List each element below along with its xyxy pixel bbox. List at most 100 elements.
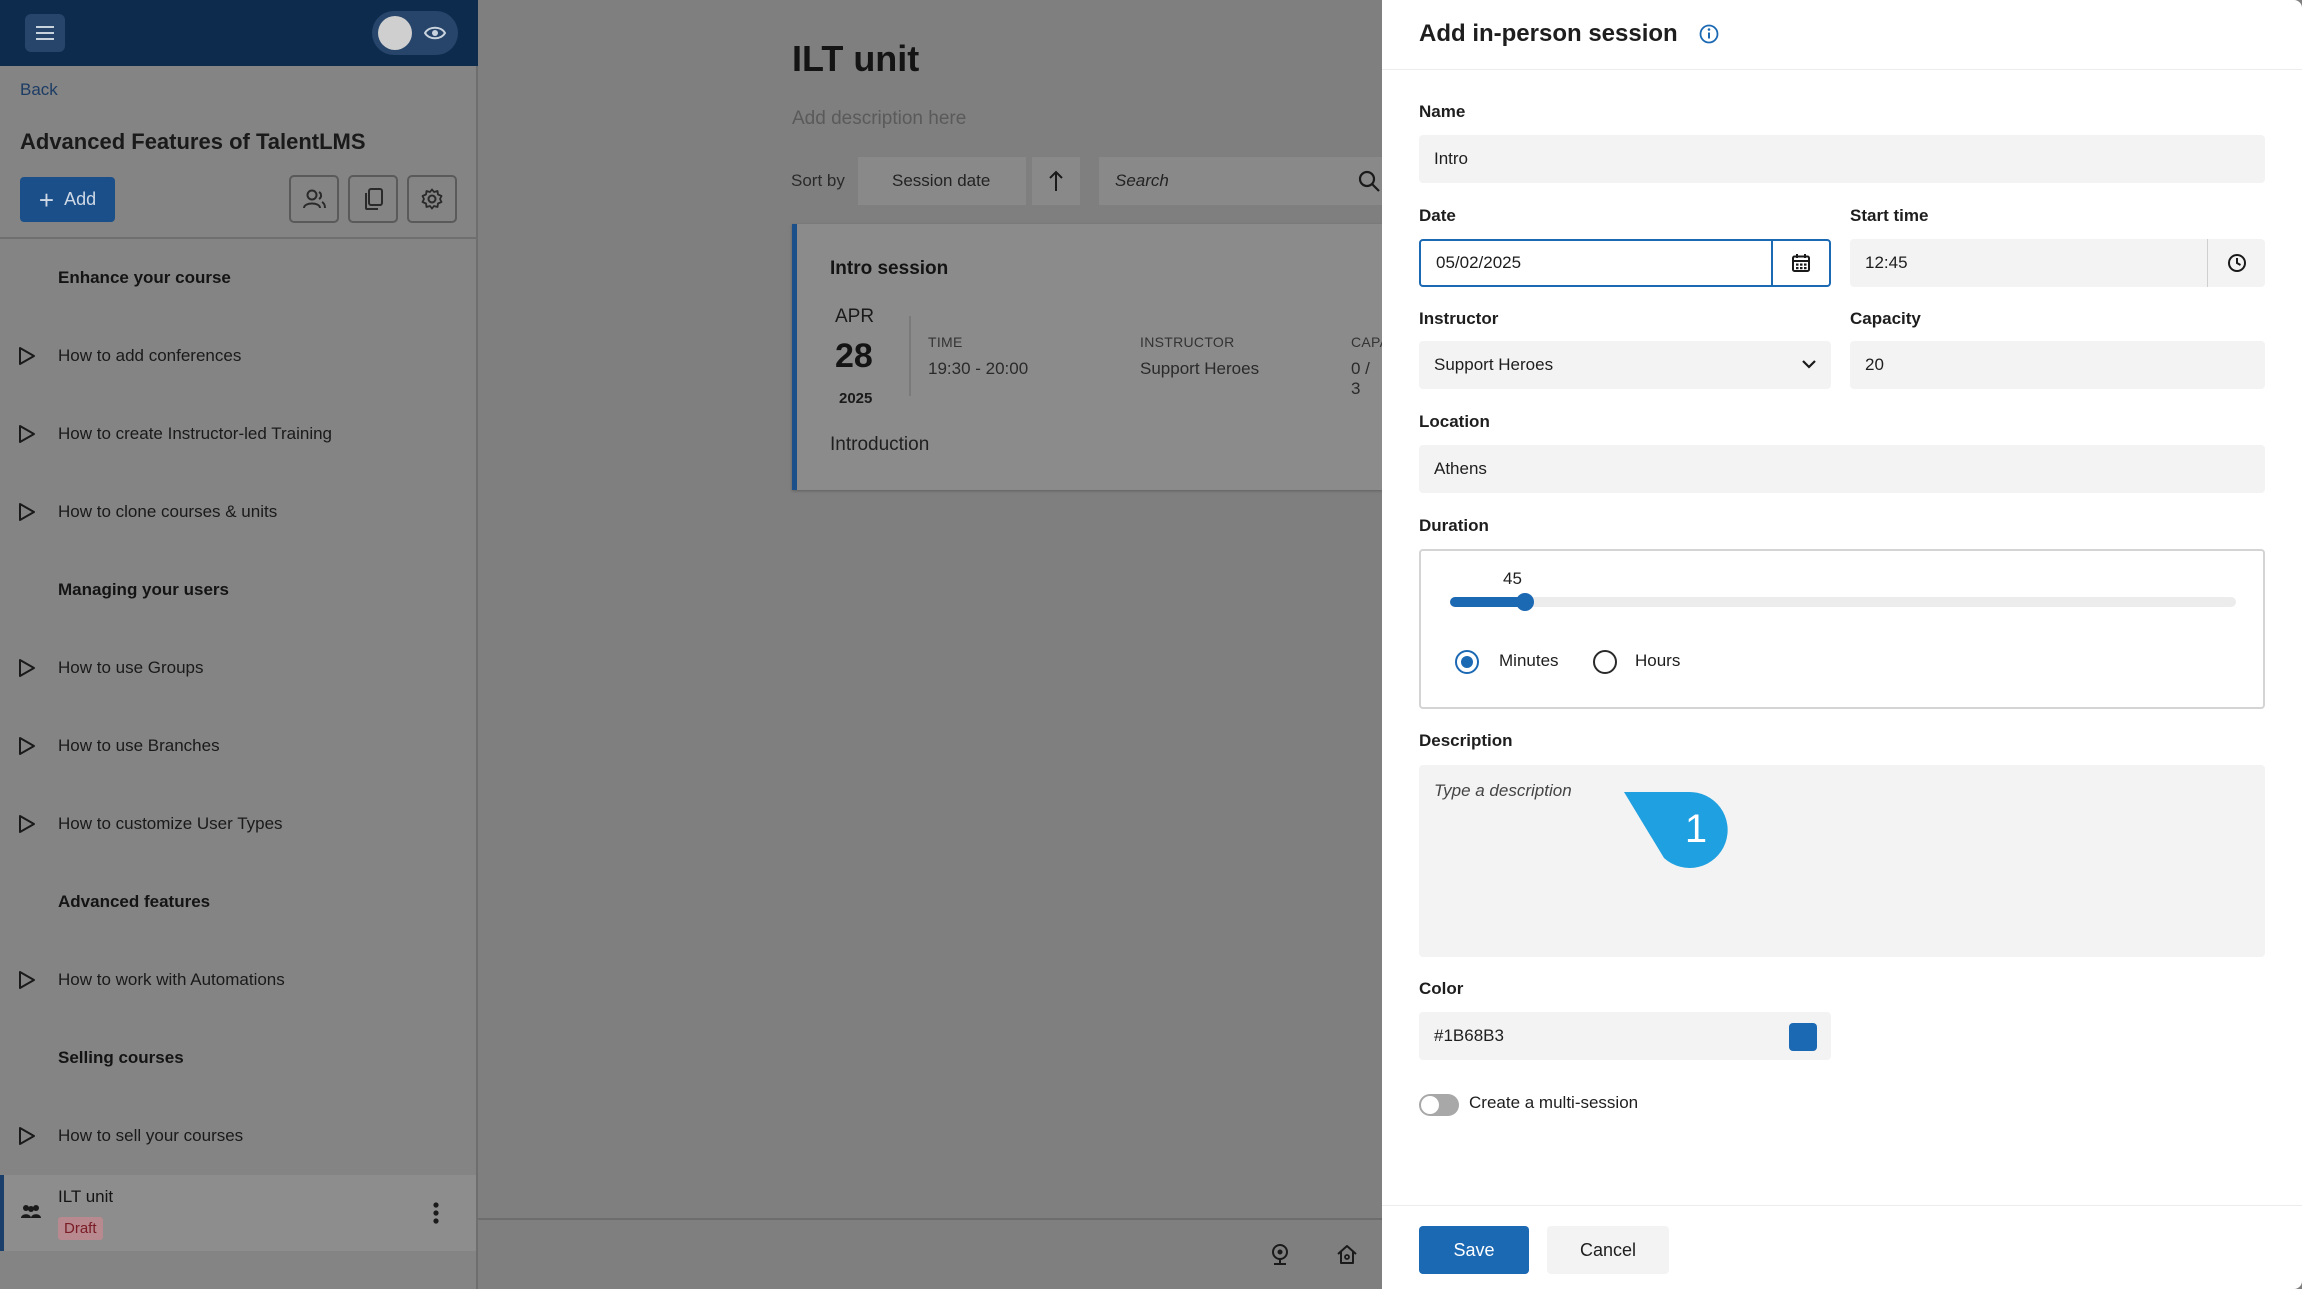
- info-icon[interactable]: [1699, 24, 1719, 44]
- slider-fill: [1450, 597, 1525, 607]
- calendar-icon: [1792, 254, 1810, 272]
- sort-label: Sort by: [791, 171, 845, 190]
- outline-section: Enhance your course: [58, 268, 231, 287]
- sort-select[interactable]: Session date: [858, 157, 1026, 205]
- duration-value: 45: [1503, 569, 1522, 588]
- multi-session-label: Create a multi-session: [1469, 1093, 1639, 1112]
- session-day: 28: [835, 337, 873, 375]
- session-year: 2025: [839, 390, 873, 407]
- hours-radio[interactable]: [1593, 650, 1617, 674]
- description-placeholder: Type a description: [1434, 781, 1572, 800]
- panel-footer: Save Cancel: [1382, 1205, 2302, 1289]
- copy-icon: [365, 188, 383, 210]
- time-label: TIME: [928, 334, 963, 350]
- users-button[interactable]: [289, 175, 339, 223]
- name-label: Name: [1419, 102, 1466, 121]
- outline-section: Managing your users: [58, 580, 229, 599]
- users-icon: [21, 1205, 41, 1218]
- search-icon[interactable]: [1357, 169, 1381, 193]
- start-time-value: 12:45: [1865, 253, 1908, 272]
- description-label: Description: [1419, 731, 1513, 750]
- capacity-value: 20: [1865, 355, 1884, 374]
- status-badge: Draft: [58, 1217, 103, 1240]
- back-link[interactable]: Back: [20, 80, 58, 100]
- search-input[interactable]: Search: [1099, 157, 1389, 205]
- sort-direction-button[interactable]: [1032, 157, 1080, 205]
- instructor-label: INSTRUCTOR: [1140, 334, 1235, 350]
- session-card[interactable]: Intro session APR 28 2025 TIME 19:30 - 2…: [792, 224, 1389, 490]
- date-field[interactable]: 05/02/2025: [1419, 239, 1831, 287]
- color-field[interactable]: #1B68B3: [1419, 1012, 1831, 1060]
- outline-unit[interactable]: How to customize User Types: [0, 785, 476, 863]
- location-value: Athens: [1434, 459, 1487, 478]
- hours-label: Hours: [1635, 651, 1681, 670]
- outline-unit[interactable]: How to clone courses & units: [0, 473, 476, 551]
- chevron-down-icon: [1802, 360, 1816, 369]
- plus-icon: +: [38, 184, 55, 215]
- date-label: Date: [1419, 206, 1456, 225]
- clock-button[interactable]: [2207, 239, 2265, 287]
- home-icon[interactable]: [1336, 1243, 1358, 1265]
- play-icon: [19, 659, 35, 677]
- outline-unit[interactable]: How to work with Automations: [0, 941, 476, 1019]
- add-button-label: Add: [64, 189, 97, 209]
- color-value: #1B68B3: [1434, 1026, 1504, 1045]
- color-swatch[interactable]: [1789, 1023, 1817, 1051]
- session-name: Intro session: [830, 258, 949, 279]
- duration-slider[interactable]: [1450, 593, 2236, 611]
- step-marker: 1: [1624, 791, 1728, 868]
- outline-unit[interactable]: How to use Groups: [0, 629, 476, 707]
- slider-thumb[interactable]: [1516, 593, 1535, 611]
- session-month: APR: [835, 306, 875, 327]
- add-button[interactable]: + Add: [20, 177, 115, 222]
- color-label: Color: [1419, 979, 1464, 998]
- settings-button[interactable]: [407, 175, 457, 223]
- clone-button[interactable]: [348, 175, 398, 223]
- start-time-label: Start time: [1850, 206, 1929, 225]
- capacity-label: Capacity: [1850, 309, 1921, 328]
- play-icon: [19, 737, 35, 755]
- start-time-field[interactable]: 12:45: [1850, 239, 2265, 287]
- minutes-radio[interactable]: [1455, 650, 1479, 674]
- instructor-label: Instructor: [1419, 309, 1499, 328]
- panel-header: Add in-person session: [1382, 0, 2302, 70]
- capacity-field[interactable]: 20: [1850, 341, 2265, 389]
- sidebar-topbar: [0, 0, 478, 66]
- kebab-menu-icon[interactable]: [432, 1201, 440, 1225]
- add-session-panel: Add in-person session Name Intro Date 05…: [1382, 0, 2302, 1289]
- play-icon: [19, 1127, 35, 1145]
- webcam-icon[interactable]: [1269, 1243, 1291, 1265]
- location-label: Location: [1419, 412, 1490, 431]
- panel-title: Add in-person session: [1419, 20, 1678, 47]
- outline-unit[interactable]: How to create Instructor-led Training: [0, 395, 476, 473]
- outline-unit[interactable]: How to sell your courses: [0, 1097, 476, 1175]
- unit-description-placeholder[interactable]: Add description here: [792, 108, 966, 130]
- save-button[interactable]: Save: [1419, 1226, 1529, 1274]
- multi-session-toggle[interactable]: [1419, 1094, 1459, 1116]
- outline-unit[interactable]: How to add conferences: [0, 317, 476, 395]
- play-icon: [19, 503, 35, 521]
- calendar-button[interactable]: [1771, 241, 1829, 285]
- active-unit-ilt[interactable]: ILT unit Draft: [0, 1175, 476, 1251]
- eye-icon: [424, 26, 446, 40]
- instructor-value: Support Heroes: [1434, 355, 1554, 374]
- step-number: 1: [1685, 807, 1707, 851]
- cancel-button[interactable]: Cancel: [1547, 1226, 1669, 1274]
- play-icon: [19, 971, 35, 989]
- outline-unit[interactable]: How to use Branches: [0, 707, 476, 785]
- minutes-label: Minutes: [1499, 651, 1559, 670]
- instructor-value: Support Heroes: [1140, 359, 1260, 378]
- gear-icon: [421, 188, 443, 210]
- card-divider: [909, 316, 911, 396]
- outline-section: Selling courses: [58, 1048, 184, 1067]
- play-icon: [19, 815, 35, 833]
- location-field[interactable]: Athens: [1419, 445, 2265, 493]
- name-field[interactable]: Intro: [1419, 135, 2265, 183]
- instructor-select[interactable]: Support Heroes: [1419, 341, 1831, 389]
- description-textarea[interactable]: Type a description: [1419, 765, 2265, 957]
- capacity-value: 0 / 3: [1351, 359, 1370, 398]
- preview-toggle[interactable]: [372, 11, 458, 55]
- arrow-up-icon: [1049, 170, 1063, 191]
- menu-button[interactable]: [25, 14, 65, 52]
- users-icon: [303, 189, 326, 209]
